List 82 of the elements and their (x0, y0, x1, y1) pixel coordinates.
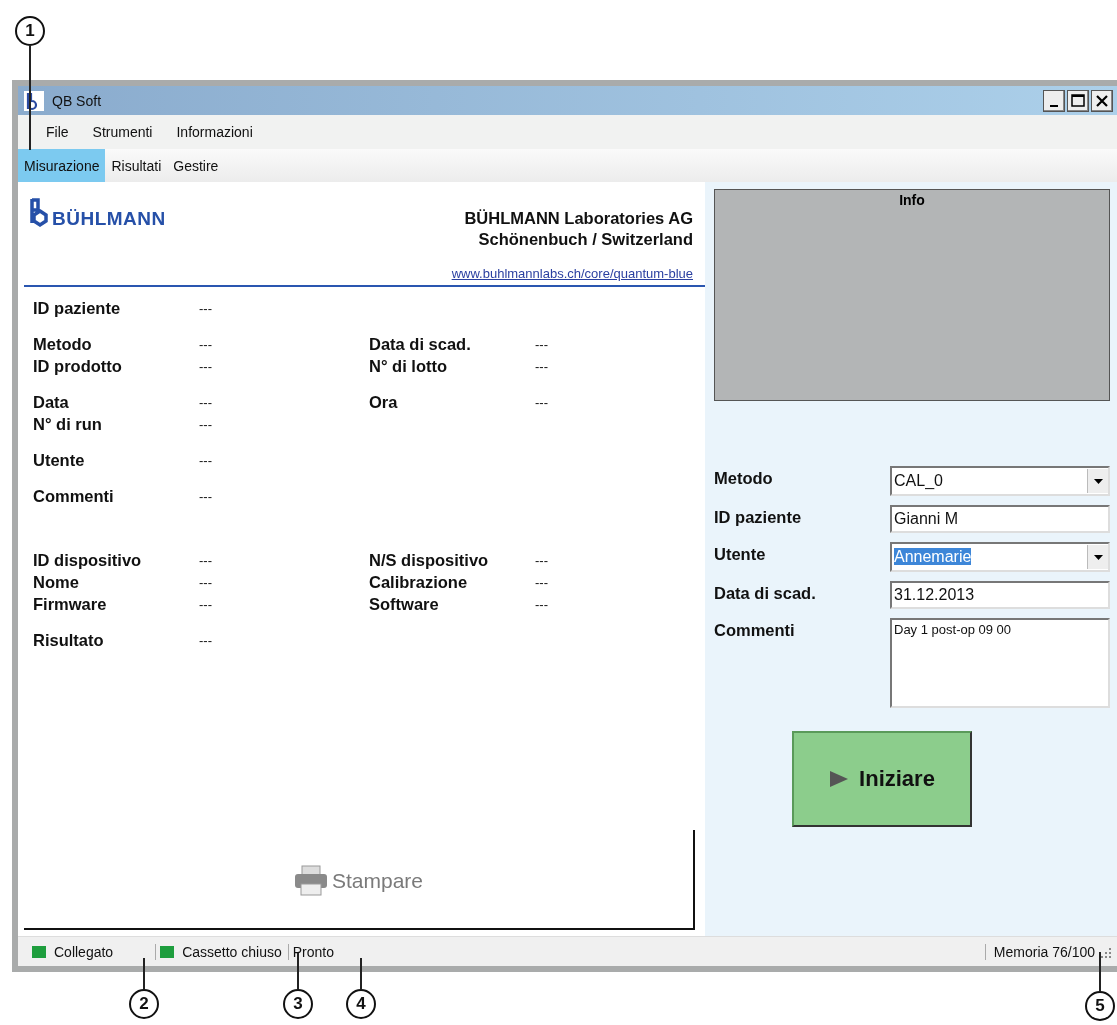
tab[interactable]: Misurazione (18, 149, 106, 182)
field-label: Metodo (33, 334, 93, 354)
menu-item[interactable]: Strumenti (80, 124, 165, 140)
maximize-button[interactable] (1067, 89, 1089, 112)
callout-number: 1 (15, 16, 45, 46)
field-value: --- (199, 596, 213, 612)
minimize-icon (1050, 104, 1058, 107)
field-label: Commenti (33, 486, 115, 506)
printer-icon (293, 865, 328, 896)
field-label: Nome (33, 572, 80, 592)
status-text: Pronto (292, 943, 334, 960)
form-label: ID paziente (714, 507, 803, 528)
info-title: Info (899, 192, 925, 210)
logo-icon (28, 198, 50, 228)
start-button[interactable]: Iniziare (792, 731, 972, 827)
field-label: ID paziente (33, 298, 122, 318)
field-label: Software (369, 594, 440, 614)
maximize-icon (1071, 94, 1085, 107)
input-field[interactable]: Gianni M (890, 505, 1110, 533)
dropdown-caret-icon (1093, 554, 1103, 560)
field-value: --- (199, 632, 213, 648)
field-value: --- (535, 552, 549, 568)
tab[interactable]: Gestire (167, 149, 225, 182)
website-link[interactable]: www.buhlmannlabs.ch/core/quantum-blue (451, 266, 693, 281)
dropdown[interactable]: Annemarie (890, 542, 1110, 572)
resize-grip-icon (1101, 945, 1111, 958)
field-label: Utente (33, 450, 86, 470)
leader-line (297, 953, 299, 989)
field-label: Ora (369, 392, 399, 412)
field-label: Data (33, 392, 70, 412)
status-text: Collegato (54, 943, 114, 960)
comments-field[interactable]: Day 1 post-op 09 00 (890, 618, 1110, 708)
field-label: Data di scad. (369, 334, 472, 354)
callout-number: 4 (346, 989, 376, 1019)
callout-number: 3 (283, 989, 313, 1019)
form-label: Commenti (714, 620, 796, 641)
field-label: Risultato (33, 630, 105, 650)
callout-number: 5 (1085, 991, 1115, 1021)
field-label: Calibrazione (369, 572, 469, 592)
field-value: --- (535, 574, 549, 590)
field-value: --- (535, 358, 549, 374)
field-value: --- (199, 452, 213, 468)
form-label: Utente (714, 544, 767, 565)
company-location: Schönenbuch / Switzerland (477, 229, 693, 250)
logo-wordmark: BÜHLMANN (52, 209, 166, 228)
input-field[interactable]: 31.12.2013 (890, 581, 1110, 609)
callout-number: 2 (129, 989, 159, 1019)
menu-item[interactable]: Informazioni (164, 124, 265, 140)
leader-line (143, 958, 145, 989)
field-value: --- (199, 336, 213, 352)
company-name: BÜHLMANN Laboratories AG (464, 208, 693, 229)
close-button[interactable] (1091, 89, 1113, 112)
tab[interactable]: Risultati (105, 149, 168, 182)
field-value: --- (199, 394, 213, 410)
field-value: --- (199, 300, 213, 316)
leader-line (360, 958, 362, 989)
dropdown-caret-icon (1093, 478, 1103, 484)
close-icon (1095, 93, 1109, 108)
field-label: N/S dispositivo (369, 550, 490, 570)
field-value: --- (199, 574, 213, 590)
leader-line (1099, 952, 1101, 991)
field-value: --- (535, 596, 549, 612)
play-icon (829, 770, 850, 788)
field-label: ID prodotto (33, 356, 123, 376)
field-value: --- (199, 358, 213, 374)
minimize-button[interactable] (1043, 89, 1065, 112)
menu-item[interactable]: File (34, 124, 81, 140)
field-label: ID dispositivo (33, 550, 143, 570)
form-label: Metodo (714, 468, 774, 489)
field-label: Firmware (33, 594, 108, 614)
field-value: --- (535, 336, 549, 352)
app-logo-icon (24, 90, 44, 111)
field-value: --- (199, 416, 213, 432)
field-value: --- (535, 394, 549, 410)
dropdown[interactable]: CAL_0 (890, 466, 1110, 496)
field-label: N° di lotto (369, 356, 449, 376)
window-title: QB Soft (52, 92, 103, 109)
form-label: Data di scad. (714, 583, 817, 604)
field-label: N° di run (33, 414, 103, 434)
field-value: --- (199, 488, 213, 504)
field-value: --- (199, 552, 213, 568)
status-text: Cassetto chiuso (182, 943, 282, 960)
